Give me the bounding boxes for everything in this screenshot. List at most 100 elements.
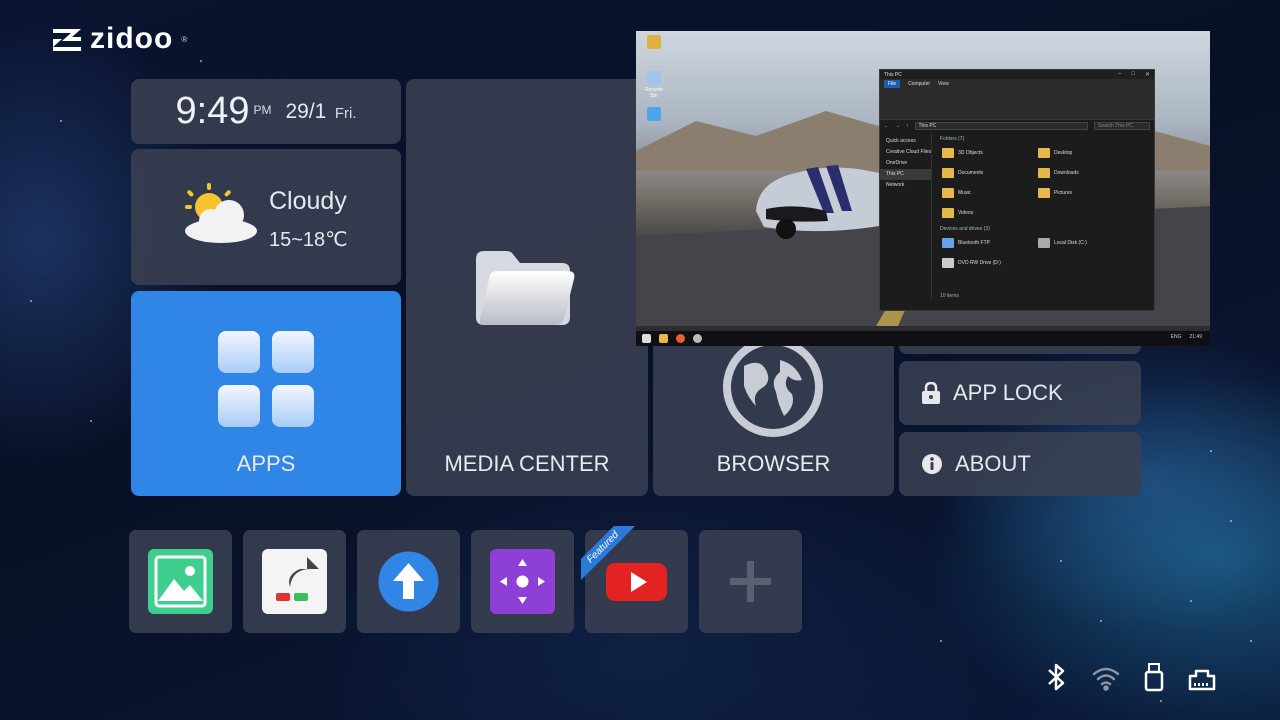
folder-item[interactable]: Documents xyxy=(942,166,1038,180)
lock-icon xyxy=(922,382,940,404)
explorer-taskbar-icon[interactable] xyxy=(659,334,668,343)
folder-item[interactable]: Music xyxy=(942,186,1038,200)
device-item[interactable]: Local Disk (C:) xyxy=(1038,236,1134,250)
taskbar-tray: ENG 21:49 xyxy=(1171,334,1202,340)
settings-icon[interactable] xyxy=(693,334,702,343)
search-input[interactable]: Search This PC xyxy=(1094,122,1150,130)
back-icon[interactable]: ← xyxy=(884,123,889,129)
browser-tile[interactable]: BROWSER xyxy=(653,330,894,496)
nav-this-pc[interactable]: This PC xyxy=(880,169,931,180)
apps-label: APPS xyxy=(236,451,296,476)
registered-mark: ® xyxy=(181,34,188,44)
remote-dpad-icon xyxy=(490,549,555,614)
upload-arrow-icon xyxy=(376,549,441,614)
folder-icon xyxy=(476,251,575,325)
app-lock-tile[interactable]: APP LOCK xyxy=(899,361,1141,425)
explorer-address-row: ← → ↑ This PC Search This PC xyxy=(880,120,1154,132)
about-label: ABOUT xyxy=(955,451,1031,476)
weather-temperature: 15~18℃ xyxy=(269,229,348,251)
explorer-nav-pane: Quick access Creative Cloud Files OneDri… xyxy=(880,132,932,300)
clock-tile: 9:49 PM 29/1 Fri. xyxy=(131,79,401,144)
explorer-content: Folders (7) 3D Objects Desktop Documents… xyxy=(936,134,1150,300)
zidoo-logo: zidoo ® xyxy=(50,22,187,56)
weather-tile[interactable]: Cloudy 15~18℃ xyxy=(131,149,401,285)
folders-grid: 3D Objects Desktop Documents Downloads M… xyxy=(942,146,1150,220)
desktop-icon-user[interactable] xyxy=(642,35,666,51)
clock-time: 9:49 xyxy=(175,90,250,132)
explorer-title: This PC xyxy=(884,71,902,78)
featured-ribbon: Featured xyxy=(581,526,641,586)
tab-file[interactable]: File xyxy=(884,79,901,88)
desktop-icon-this-pc[interactable] xyxy=(642,107,666,123)
start-icon[interactable] xyxy=(642,334,651,343)
media-center-tile[interactable]: MEDIA CENTER xyxy=(406,79,648,496)
shortcut-app[interactable] xyxy=(243,530,346,633)
address-bar[interactable]: This PC xyxy=(914,122,1088,130)
add-icon xyxy=(718,549,783,614)
folder-icon xyxy=(942,148,954,158)
zidoo-logo-icon xyxy=(53,29,81,51)
drive-icon xyxy=(1038,238,1050,248)
info-icon xyxy=(922,454,942,474)
status-bar xyxy=(1043,662,1217,697)
globe-icon xyxy=(723,337,823,437)
close-icon[interactable]: ✕ xyxy=(1145,71,1150,78)
folder-icon xyxy=(942,188,954,198)
up-icon[interactable]: ↑ xyxy=(906,123,909,129)
folder-item[interactable]: Videos xyxy=(942,206,1038,220)
brand-name: zidoo xyxy=(90,22,174,55)
shortcut-upload[interactable] xyxy=(357,530,460,633)
forward-icon[interactable]: → xyxy=(895,123,900,129)
shortcut-remote[interactable] xyxy=(471,530,574,633)
explorer-status: 10 items xyxy=(940,293,959,299)
window-controls: – □ ✕ xyxy=(1118,71,1150,78)
nav-onedrive[interactable]: OneDrive xyxy=(880,158,931,169)
folder-icon xyxy=(1038,168,1050,178)
folder-icon xyxy=(942,168,954,178)
ethernet-icon xyxy=(1187,662,1217,697)
shortcut-youtube[interactable]: Featured xyxy=(581,526,688,633)
shortcut-add[interactable] xyxy=(699,530,802,633)
weather-condition: Cloudy xyxy=(269,187,347,215)
nav-network[interactable]: Network xyxy=(880,180,931,191)
device-item[interactable]: Bluetooth FTP xyxy=(942,236,1038,250)
devices-grid: Bluetooth FTP Local Disk (C:) DVD RW Dri… xyxy=(942,236,1150,270)
taskbar-time: 21:49 xyxy=(1189,334,1202,340)
shortcut-gallery[interactable] xyxy=(129,530,232,633)
devices-header: Devices and drives (3) xyxy=(940,226,990,232)
featured-badge: Featured xyxy=(581,526,637,582)
gallery-icon xyxy=(148,549,213,614)
minimize-icon[interactable]: – xyxy=(1118,71,1121,78)
about-tile[interactable]: ABOUT xyxy=(899,432,1141,496)
bluetooth-icon xyxy=(942,238,954,248)
folder-item[interactable]: Desktop xyxy=(1038,146,1134,160)
browser-label: BROWSER xyxy=(716,451,831,476)
dvd-icon xyxy=(942,258,954,268)
shortcut-app-icon xyxy=(262,549,327,614)
folder-item[interactable]: Downloads xyxy=(1038,166,1134,180)
folder-item[interactable]: 3D Objects xyxy=(942,146,1038,160)
nav-quick-access[interactable]: Quick access xyxy=(880,136,931,147)
desktop-icon-recycle-bin[interactable]: Recycle Bin xyxy=(642,71,666,99)
tab-view[interactable]: View xyxy=(938,81,949,87)
apps-tile[interactable]: APPS xyxy=(131,291,401,496)
maximize-icon[interactable]: □ xyxy=(1131,71,1135,78)
taskbar-lang: ENG xyxy=(1170,334,1182,340)
media-center-label: MEDIA CENTER xyxy=(444,451,610,476)
usb-icon xyxy=(1143,662,1165,697)
windows-taskbar: ENG 21:49 xyxy=(636,331,1210,346)
partly-cloudy-icon xyxy=(185,183,257,243)
clock-ampm: PM xyxy=(253,103,272,117)
device-item[interactable]: DVD RW Drive (D:) xyxy=(942,256,1038,270)
folder-item[interactable]: Pictures xyxy=(1038,186,1134,200)
pip-desktop-preview[interactable]: Recycle Bin This PC – □ ✕ File Computer … xyxy=(636,31,1210,346)
tab-computer[interactable]: Computer xyxy=(908,81,930,87)
wifi-icon xyxy=(1091,662,1121,697)
clock-weekday: Fri. xyxy=(334,104,357,122)
folder-icon xyxy=(1038,148,1050,158)
explorer-ribbon xyxy=(880,88,1154,120)
firefox-icon[interactable] xyxy=(676,334,685,343)
nav-creative-cloud[interactable]: Creative Cloud Files xyxy=(880,147,931,158)
explorer-titlebar[interactable]: This PC – □ ✕ xyxy=(880,70,1154,79)
file-explorer-window[interactable]: This PC – □ ✕ File Computer View ← → ↑ T… xyxy=(879,69,1155,311)
